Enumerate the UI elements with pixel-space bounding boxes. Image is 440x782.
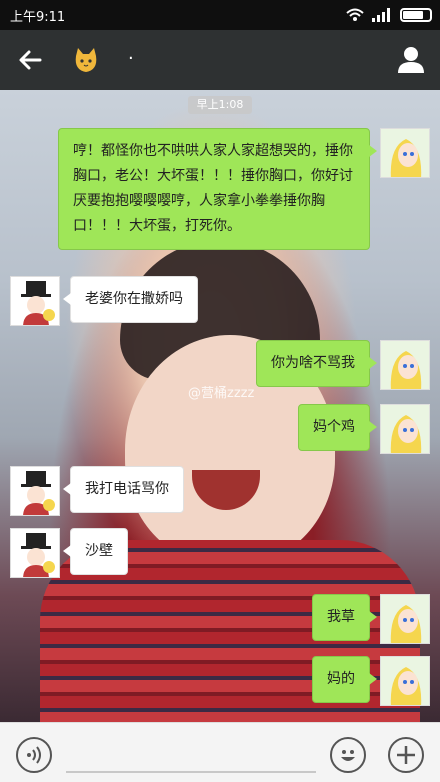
plus-icon[interactable]	[388, 737, 424, 773]
friend-avatar[interactable]	[10, 276, 60, 326]
message-text: 妈个鸡	[313, 419, 355, 435]
anime-girl-avatar-icon	[381, 405, 429, 453]
emoji-icon[interactable]	[330, 737, 366, 773]
watermark-text: @营桶zzzz	[188, 386, 255, 401]
status-icons	[346, 7, 432, 23]
status-bar: 上午9:11	[0, 0, 440, 30]
input-bar	[0, 722, 440, 782]
message-text: 我打电话骂你	[85, 481, 169, 497]
wifi-icon	[346, 8, 364, 21]
my-avatar[interactable]	[380, 128, 430, 178]
back-arrow-icon[interactable]	[14, 44, 46, 76]
message-bubble-sent[interactable]: 你为啥不骂我	[256, 340, 377, 387]
smiley-face-icon	[341, 750, 355, 761]
message-text: 老婆你在撒娇吗	[85, 291, 183, 307]
message-bubble-received[interactable]: 老婆你在撒娇吗	[63, 276, 198, 323]
anime-girl-avatar-icon	[381, 341, 429, 389]
chat-area[interactable]: 早上1:08 哼！都怪你也不哄哄人家人家超想哭的，捶你胸口，老公！大坏蛋！！！捶…	[0, 90, 440, 722]
cartoon-gentleman-avatar-icon	[11, 467, 59, 515]
anime-girl-avatar-icon	[381, 129, 429, 177]
signal-icon	[372, 8, 390, 22]
profile-icon[interactable]	[396, 44, 426, 74]
cartoon-gentleman-avatar-icon	[11, 277, 59, 325]
battery-icon	[400, 8, 432, 22]
anime-girl-avatar-icon	[381, 595, 429, 643]
message-text: 沙壁	[85, 543, 113, 559]
message-bubble-sent[interactable]: 我草	[312, 594, 377, 641]
message-bubble-sent[interactable]: 妈的	[312, 656, 377, 703]
my-avatar[interactable]	[380, 404, 430, 454]
chat-title: ·	[128, 48, 134, 69]
voice-icon[interactable]	[16, 737, 52, 773]
cartoon-gentleman-avatar-icon	[11, 529, 59, 577]
message-input[interactable]	[66, 771, 316, 773]
add-more-icon	[397, 746, 415, 764]
my-avatar[interactable]	[380, 656, 430, 706]
message-bubble-received[interactable]: 我打电话骂你	[63, 466, 184, 513]
anime-girl-avatar-icon	[381, 657, 429, 705]
message-bubble-received[interactable]: 沙壁	[63, 528, 128, 575]
message-bubble-sent[interactable]: 妈个鸡	[298, 404, 377, 451]
friend-avatar[interactable]	[10, 528, 60, 578]
voice-waves-icon	[27, 746, 41, 764]
message-text: 我草	[327, 609, 355, 625]
message-timestamp: 早上1:08	[188, 96, 252, 114]
my-avatar[interactable]	[380, 594, 430, 644]
status-time: 上午9:11	[10, 10, 66, 25]
chat-header: ·	[0, 30, 440, 90]
message-text: 你为啥不骂我	[271, 355, 355, 371]
friend-avatar[interactable]	[10, 466, 60, 516]
message-bubble-sent[interactable]: 哼！都怪你也不哄哄人家人家超想哭的，捶你胸口，老公！大坏蛋！！！捶你胸口，你好讨…	[58, 128, 377, 250]
message-text: 哼！都怪你也不哄哄人家人家超想哭的，捶你胸口，老公！大坏蛋！！！捶你胸口，你好讨…	[73, 143, 353, 234]
message-text: 妈的	[327, 671, 355, 687]
cat-avatar-icon	[75, 48, 97, 72]
my-avatar[interactable]	[380, 340, 430, 390]
